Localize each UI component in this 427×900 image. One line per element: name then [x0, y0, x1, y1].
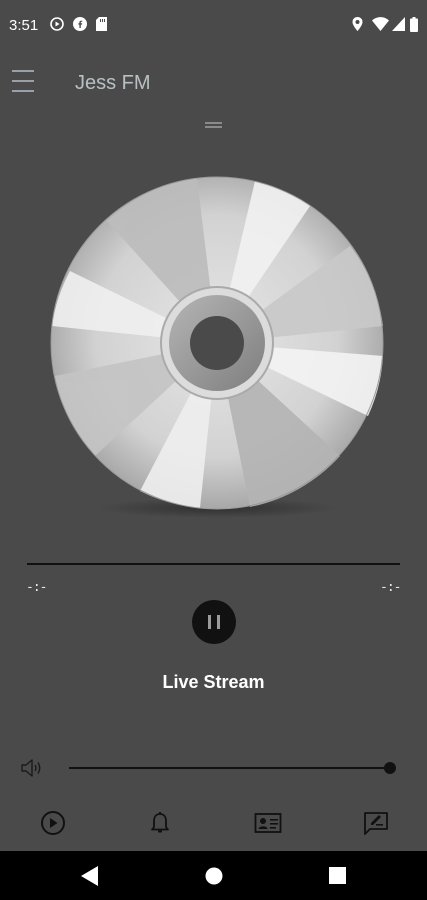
- system-nav-bar: [0, 851, 427, 900]
- media-play-circle-icon: [50, 17, 64, 31]
- feedback-icon[interactable]: [362, 810, 390, 836]
- elapsed-time: -:-: [26, 580, 48, 595]
- duration-time: -:-: [380, 580, 402, 595]
- facebook-icon: [73, 17, 87, 31]
- pause-icon: [208, 615, 211, 629]
- location-icon: [352, 17, 363, 31]
- volume-slider-thumb[interactable]: [384, 762, 396, 774]
- speaker-icon[interactable]: [20, 757, 44, 779]
- app-title: Jess FM: [75, 72, 151, 94]
- drag-handle-line: [205, 122, 222, 124]
- signal-icon: [392, 17, 405, 31]
- app-screen: 3:51 Jess FM -:- -:- Live Stream: [0, 0, 427, 900]
- sd-card-icon: [96, 17, 107, 31]
- drag-handle[interactable]: [205, 122, 222, 128]
- menu-button[interactable]: [12, 70, 36, 94]
- bell-icon[interactable]: [146, 810, 174, 836]
- wifi-icon: [372, 17, 389, 31]
- drag-handle-line: [205, 126, 222, 128]
- cd-disc-image: [50, 176, 384, 518]
- pause-button[interactable]: [192, 600, 236, 644]
- stream-title: Live Stream: [162, 672, 265, 692]
- pause-icon-bar: [217, 615, 220, 629]
- recents-icon[interactable]: [329, 867, 346, 884]
- contact-card-icon[interactable]: [254, 810, 282, 836]
- hamburger-menu-icon: [12, 70, 34, 72]
- progress-bar[interactable]: [27, 563, 400, 565]
- back-icon[interactable]: [81, 866, 98, 886]
- status-time: 3:51: [9, 17, 39, 34]
- status-bar: 3:51: [0, 0, 427, 52]
- play-circle-icon[interactable]: [40, 810, 68, 836]
- hamburger-line: [12, 90, 34, 92]
- battery-icon: [410, 17, 418, 32]
- hamburger-line: [12, 80, 34, 82]
- home-icon[interactable]: [205, 867, 223, 885]
- volume-slider[interactable]: [69, 767, 391, 769]
